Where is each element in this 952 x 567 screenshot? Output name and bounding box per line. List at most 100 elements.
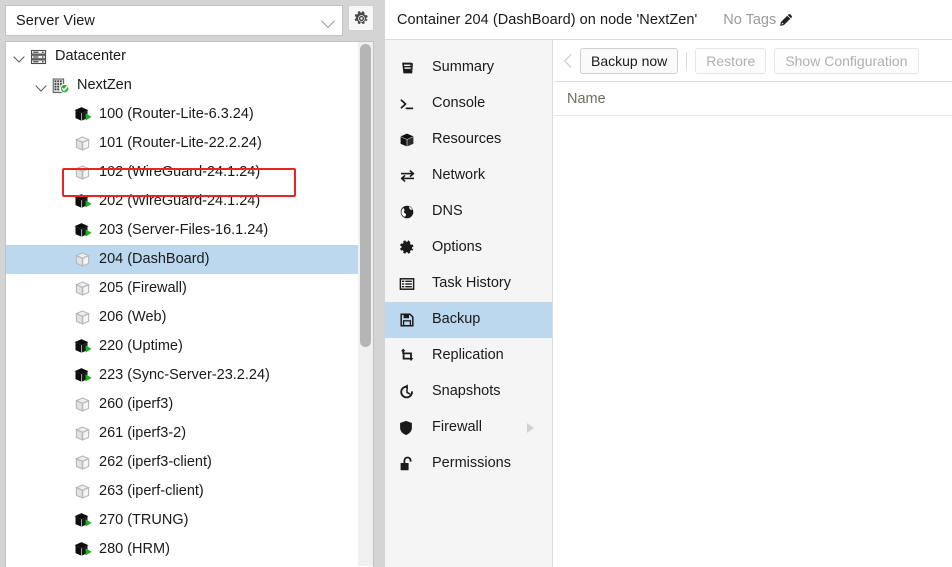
chevron-down-icon[interactable] [12,49,28,65]
nav-item-firewall[interactable]: Firewall [385,410,552,446]
node-icon [50,76,72,96]
tree-item-label: 261 (iperf3-2) [99,424,187,441]
proxmox-window: Server View Datacenter NextZen 100 (Router… [0,0,952,567]
tree-expander-placeholder [56,339,72,355]
tree-item-205[interactable]: 205 (Firewall) [6,274,359,303]
tree-item-260[interactable]: 260 (iperf3) [6,390,359,419]
show-configuration-button[interactable]: Show Configuration [774,47,919,74]
nav-item-options[interactable]: Options [385,230,552,266]
tree-expander-placeholder [56,252,72,268]
tree-expander-placeholder [56,426,72,442]
tree-item-202[interactable]: 202 (WireGuard-24.1.24) [6,187,359,216]
chevron-left-icon[interactable] [560,49,580,73]
nav-item-network[interactable]: Network [385,158,552,194]
nav-item-label: Firewall [432,419,482,436]
tree-item-nextzen[interactable]: NextZen [6,71,359,100]
backup-grid-header: Name [554,82,952,116]
tree-item-263[interactable]: 263 (iperf-client) [6,477,359,506]
dns-icon [399,203,421,221]
tree-expander-placeholder [56,513,72,529]
tree-scrollbar-thumb[interactable] [360,44,371,347]
container-icon [72,105,94,125]
main-panel: Container 204 (DashBoard) on node 'NextZ… [385,0,952,567]
tree-item-label: 263 (iperf-client) [99,482,204,499]
tree-item-102[interactable]: 102 (WireGuard-24.1.24) [6,158,359,187]
container-icon [72,482,94,502]
container-icon [72,395,94,415]
nav-item-label: Summary [432,59,495,76]
backup-icon [399,311,421,329]
firewall-icon [399,419,421,437]
tags-label: No Tags [723,11,777,28]
tree-expander-placeholder [56,107,72,123]
task-history-icon [399,275,421,293]
settings-button[interactable] [348,5,374,31]
nav-item-summary[interactable]: Summary [385,50,552,86]
container-icon [72,163,94,183]
nav-item-label: DNS [432,203,463,220]
nav-item-resources[interactable]: Resources [385,122,552,158]
view-selector-dropdown[interactable]: Server View [5,5,343,36]
nav-item-dns[interactable]: DNS [385,194,552,230]
tree-item-280[interactable]: 280 (HRM) [6,535,359,564]
permissions-icon [399,455,421,473]
tree-expander-placeholder [56,397,72,413]
toolbar-separator [686,51,688,70]
nav-item-console[interactable]: Console [385,86,552,122]
tree-item-datacenter[interactable]: Datacenter [6,42,359,71]
tree-expander-placeholder [56,165,72,181]
nav-item-snapshots[interactable]: Snapshots [385,374,552,410]
tree-item-261[interactable]: 261 (iperf3-2) [6,419,359,448]
tree-item-270[interactable]: 270 (TRUNG) [6,506,359,535]
tags-editor[interactable]: No Tags [723,12,793,28]
tree-item-204[interactable]: 204 (DashBoard) [6,245,359,274]
tree-item-label: Datacenter [55,47,126,64]
nav-item-backup[interactable]: Backup [385,302,552,338]
tree-expander-placeholder [56,223,72,239]
tree-expander-placeholder [56,368,72,384]
tree-item-223[interactable]: 223 (Sync-Server-23.2.24) [6,361,359,390]
tree-scrollbar[interactable] [358,42,373,566]
chevron-right-icon [527,423,534,433]
nav-item-task-history[interactable]: Task History [385,266,552,302]
nav-item-label: Network [432,167,486,184]
container-icon [72,453,94,473]
container-icon [72,221,94,241]
tree-expander-placeholder [56,136,72,152]
nav-item-label: Task History [432,275,511,292]
page-title: Container 204 (DashBoard) on node 'NextZ… [397,11,698,28]
tree-item-label: 202 (WireGuard-24.1.24) [99,192,261,209]
tree-item-101[interactable]: 101 (Router-Lite-22.2.24) [6,129,359,158]
tree-item-label: 280 (HRM) [99,540,170,557]
nav-item-label: Permissions [432,455,511,472]
container-icon [72,511,94,531]
column-header-name[interactable]: Name [567,91,606,107]
nav-item-permissions[interactable]: Permissions [385,446,552,482]
resources-icon [399,131,421,149]
restore-button[interactable]: Restore [695,47,767,74]
replication-icon [399,347,421,365]
container-icon [72,134,94,154]
tree-item-203[interactable]: 203 (Server-Files-16.1.24) [6,216,359,245]
tree-expander-placeholder [56,455,72,471]
tree-expander-placeholder [56,310,72,326]
container-icon [72,540,94,560]
datacenter-icon [28,47,50,67]
resource-tree-panel: Datacenter NextZen 100 (Router-Lite-6.3.24… [5,41,374,567]
tree-item-206[interactable]: 206 (Web) [6,303,359,332]
tree-item-262[interactable]: 262 (iperf3-client) [6,448,359,477]
chevron-down-icon [322,14,336,28]
backup-now-button[interactable]: Backup now [580,47,679,74]
backup-grid-body [554,116,952,567]
tree-item-label: 260 (iperf3) [99,395,174,412]
tree-item-label: 101 (Router-Lite-22.2.24) [99,134,262,151]
container-icon [72,424,94,444]
tree-item-100[interactable]: 100 (Router-Lite-6.3.24) [6,100,359,129]
tree-item-220[interactable]: 220 (Uptime) [6,332,359,361]
chevron-down-icon[interactable] [34,78,50,94]
nav-item-replication[interactable]: Replication [385,338,552,374]
nav-item-label: Replication [432,347,504,364]
nav-item-label: Options [432,239,482,256]
backup-content-panel: Backup now Restore Show Configuration Na… [554,40,952,567]
tree-item-label: 270 (TRUNG) [99,511,189,528]
